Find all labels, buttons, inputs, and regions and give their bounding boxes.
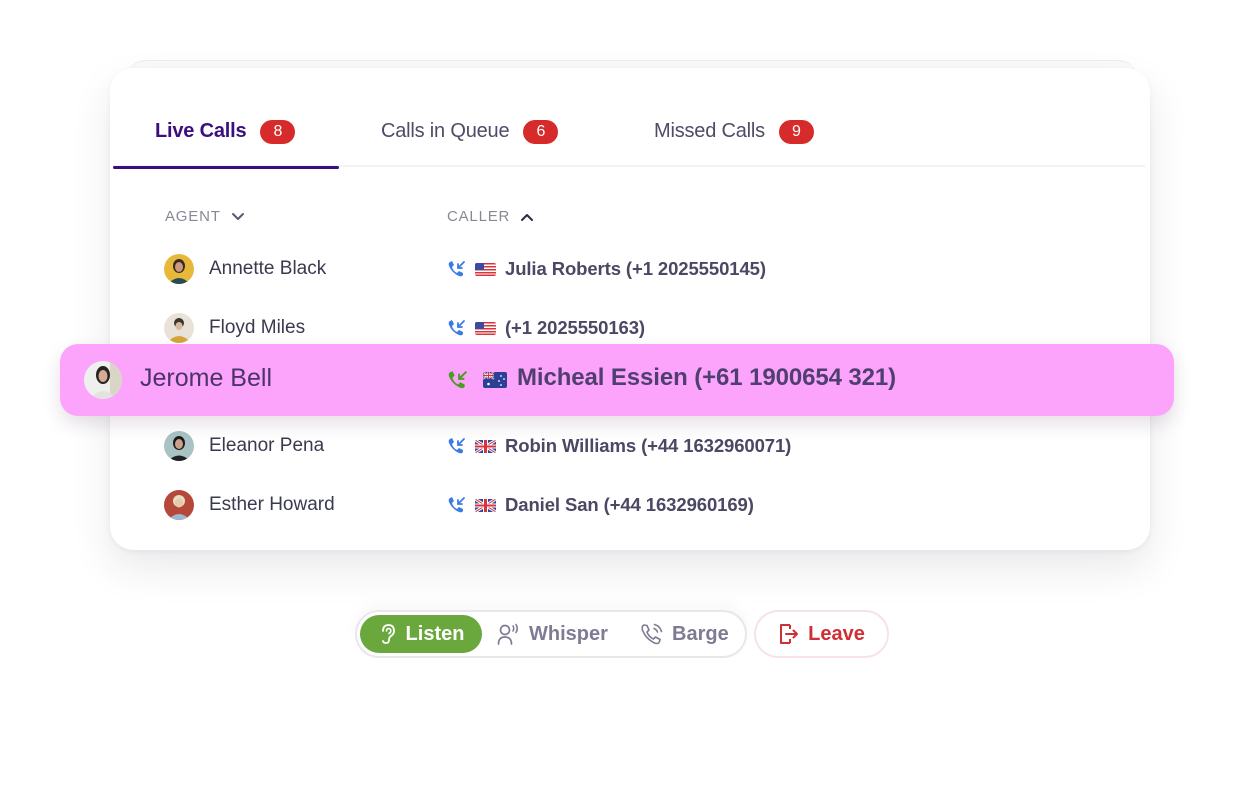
- tab-label: Calls in Queue: [381, 120, 510, 142]
- agent-name: Esther Howard: [209, 494, 335, 515]
- avatar: [164, 490, 194, 520]
- person-speaking-icon: [497, 623, 519, 645]
- whisper-label: Whisper: [529, 622, 608, 645]
- avatar: [164, 431, 194, 461]
- monitor-mode-segmented-control: Listen Whisper Barge: [355, 610, 747, 658]
- whisper-button[interactable]: Whisper: [497, 615, 608, 653]
- tab-label: Live Calls: [155, 120, 247, 142]
- tab-calls-in-queue[interactable]: Calls in Queue 6: [339, 96, 614, 167]
- gb-flag-icon: [475, 498, 496, 512]
- chevron-up-icon: [521, 213, 534, 221]
- caller-info: (+1 2025550163): [505, 317, 645, 338]
- caller-column-label: CALLER: [447, 208, 511, 225]
- avatar: [164, 313, 194, 343]
- incoming-call-icon: [448, 438, 465, 454]
- barge-button[interactable]: Barge: [640, 615, 729, 653]
- barge-label: Barge: [672, 622, 729, 645]
- agent-column-header[interactable]: AGENT: [165, 208, 245, 225]
- tab-bar: Live Calls 8 Calls in Queue 6 Missed Cal…: [113, 96, 1145, 169]
- agent-column-label: AGENT: [165, 208, 221, 225]
- listen-label: Listen: [405, 622, 465, 645]
- caller-column-header[interactable]: CALLER: [447, 208, 534, 225]
- agent-name: Jerome Bell: [140, 364, 272, 392]
- caller-info: Robin Williams (+44 1632960071): [505, 435, 792, 456]
- count-badge: 9: [778, 119, 814, 144]
- tab-label: Missed Calls: [654, 120, 765, 142]
- avatar: [164, 254, 194, 284]
- agent-name: Eleanor Pena: [209, 435, 325, 456]
- count-badge: 6: [523, 119, 559, 144]
- incoming-call-icon: [448, 261, 465, 277]
- gb-flag-icon: [475, 439, 496, 453]
- caller-info: Julia Roberts (+1 2025550145): [505, 258, 766, 279]
- listen-button[interactable]: Listen: [360, 615, 482, 653]
- agent-name: Floyd Miles: [209, 317, 306, 338]
- tab-live-calls[interactable]: Live Calls 8: [113, 96, 339, 169]
- us-flag-icon: [475, 321, 496, 335]
- exit-icon: [780, 624, 799, 644]
- ear-icon: [381, 624, 395, 644]
- count-badge: 8: [260, 119, 296, 144]
- incoming-call-icon: [448, 320, 465, 336]
- chevron-down-icon: [231, 212, 244, 220]
- caller-info: Daniel San (+44 1632960169): [505, 494, 754, 515]
- phone-ringing-icon: [641, 623, 663, 645]
- tab-missed-calls[interactable]: Missed Calls 9: [614, 96, 874, 167]
- au-flag-icon: [483, 372, 507, 388]
- selected-table-row[interactable]: Jerome Bell Micheal Essien (+61 1900654 …: [60, 344, 1174, 416]
- table-row[interactable]: Esther Howard Daniel San (+44 1632960169…: [110, 485, 1150, 525]
- live-calls-panel: Live Calls 8 Calls in Queue 6 Missed Cal…: [110, 68, 1150, 550]
- caller-info: Micheal Essien (+61 1900654 321): [517, 364, 897, 391]
- leave-button[interactable]: Leave: [754, 610, 889, 658]
- leave-label: Leave: [808, 622, 865, 645]
- table-row[interactable]: Annette Black Julia Roberts (+1 20255501…: [110, 249, 1150, 289]
- avatar: [84, 361, 122, 399]
- table-row[interactable]: Eleanor Pena Robin Williams (+44 1632960…: [110, 426, 1150, 466]
- incoming-call-icon: [448, 371, 467, 389]
- agent-name: Annette Black: [209, 258, 327, 279]
- incoming-call-icon: [448, 497, 465, 513]
- table-row[interactable]: Floyd Miles (+1 2025550163): [110, 308, 1150, 348]
- us-flag-icon: [475, 262, 496, 276]
